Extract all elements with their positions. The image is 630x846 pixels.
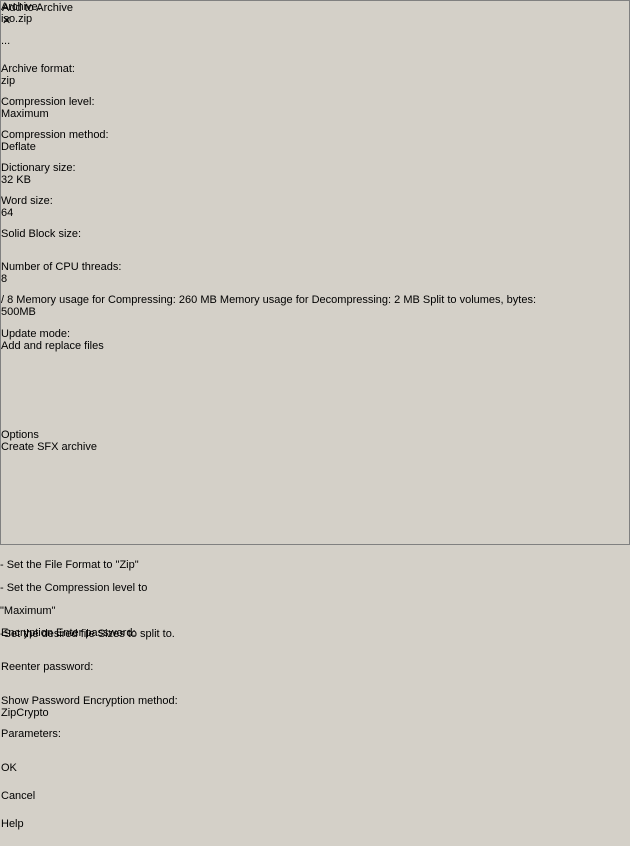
window-title: Add to Archive	[2, 2, 73, 14]
cpu-threads-label: Number of CPU threads:	[1, 261, 121, 273]
cpu-threads-total: / 8	[1, 294, 13, 306]
word-size-label: Word size:	[1, 195, 53, 207]
archive-format-combo[interactable]: zip	[1, 75, 135, 96]
close-icon[interactable]: ✕	[2, 14, 630, 27]
memory-decompress-value: 2 MB	[394, 294, 420, 306]
update-mode-value: Add and replace files	[1, 340, 104, 352]
enter-password-label: Enter password:	[56, 627, 135, 639]
encryption-method-label: Encryption method:	[83, 695, 178, 707]
word-size-combo[interactable]: 64	[1, 207, 135, 228]
dialog-client-area: Archive: iso.zip ... Archive format: zip…	[1, 1, 629, 846]
compression-level-label: Compression level:	[1, 96, 95, 108]
create-sfx-label: Create SFX archive	[1, 441, 97, 453]
parameters-input[interactable]	[1, 740, 605, 762]
screenshot-root: Add to Archive ✕ Archive: iso.zip ... Ar…	[0, 0, 630, 545]
compression-method-combo[interactable]: Deflate	[1, 141, 135, 162]
show-password-label: Show Password	[1, 695, 80, 707]
solid-block-size-combo	[1, 240, 135, 261]
title-bar[interactable]: Add to Archive ✕	[2, 2, 630, 21]
split-to-volumes-value: 500MB	[1, 306, 36, 318]
cpu-threads-input[interactable]: 8	[1, 273, 81, 294]
dictionary-size-label: Dictionary size:	[1, 162, 76, 174]
help-button[interactable]: Help	[1, 818, 101, 846]
compression-method-value: Deflate	[1, 141, 36, 153]
archive-format-label: Archive format:	[1, 63, 75, 75]
memory-compress-value: 260 MB	[179, 294, 217, 306]
browse-button[interactable]: ...	[1, 35, 35, 63]
split-to-volumes-label: Split to volumes, bytes:	[423, 294, 536, 306]
compression-level-value: Maximum	[1, 108, 49, 120]
solid-block-size-label: Solid Block size:	[1, 228, 81, 240]
compression-level-combo[interactable]: Maximum	[1, 108, 135, 129]
enter-password-input[interactable]	[1, 639, 255, 661]
options-group-title: Options	[1, 429, 39, 441]
add-to-archive-dialog: Add to Archive ✕ Archive: iso.zip ... Ar…	[0, 0, 630, 545]
ok-button[interactable]: OK	[1, 762, 101, 790]
word-size-value: 64	[1, 207, 13, 219]
update-mode-label: Update mode:	[1, 328, 70, 340]
dictionary-size-combo[interactable]: 32 KB	[1, 174, 135, 195]
encryption-method-value: ZipCrypto	[1, 707, 49, 719]
encryption-method-combo[interactable]: ZipCrypto	[1, 707, 108, 728]
encryption-group	[1, 453, 277, 627]
split-to-volumes-combo[interactable]: 500MB	[1, 306, 289, 328]
dictionary-size-value: 32 KB	[1, 174, 31, 186]
parameters-label: Parameters:	[1, 728, 61, 740]
cpu-threads-value: 8	[1, 273, 7, 285]
reenter-password-input[interactable]	[1, 673, 255, 695]
memory-compress-label: Memory usage for Compressing:	[16, 294, 176, 306]
cancel-button[interactable]: Cancel	[1, 790, 101, 818]
options-group	[1, 362, 277, 429]
reenter-password-label: Reenter password:	[1, 661, 93, 673]
memory-decompress-label: Memory usage for Decompressing:	[220, 294, 391, 306]
encryption-group-title: Encryption	[1, 627, 53, 639]
compression-method-label: Compression method:	[1, 129, 109, 141]
update-mode-combo[interactable]: Add and replace files	[1, 340, 278, 362]
archive-format-value: zip	[1, 75, 15, 87]
